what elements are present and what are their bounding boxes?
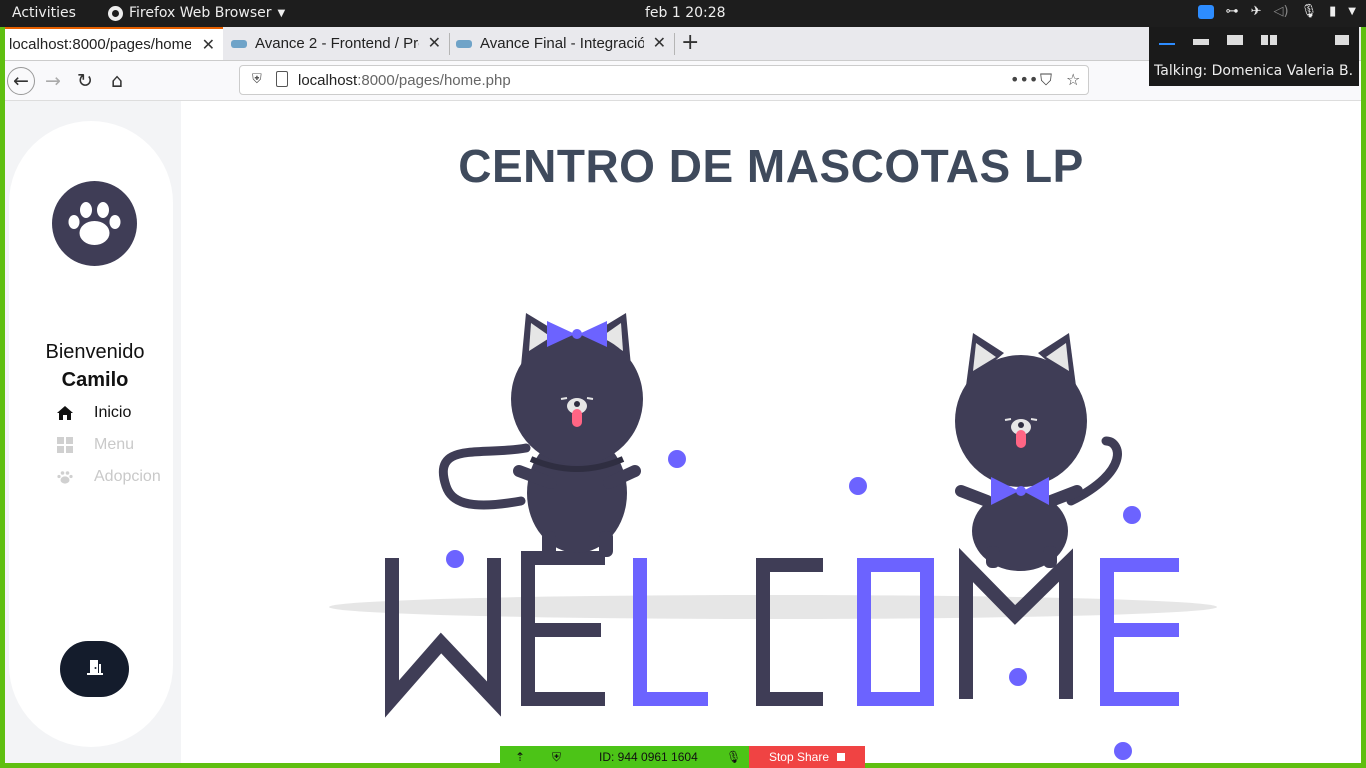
- door-exit-icon: [85, 658, 105, 680]
- paw-icon: [56, 468, 74, 486]
- battery-icon[interactable]: ▮: [1329, 4, 1336, 19]
- caret-down-icon: ▼: [277, 7, 286, 19]
- sidebar-panel: Bienvenido Camilo Inicio Menu Adopcion: [9, 121, 173, 747]
- sidebar-item-adopcion[interactable]: Adopcion: [56, 468, 161, 486]
- tab-label: localhost:8000/pages/home: [9, 36, 191, 53]
- tab-divider: [449, 33, 450, 55]
- stop-share-button[interactable]: Stop Share: [749, 746, 865, 768]
- grid-icon: [56, 436, 74, 454]
- close-icon[interactable]: ✕: [653, 33, 666, 53]
- site-favicon-icon: [456, 39, 472, 48]
- share-status-panel: ⇡ ⛨ ID: 944 0961 1604 🎙: [500, 746, 749, 768]
- zoom-floating-panel[interactable]: Talking: Domenica Valeria B...: [1149, 27, 1359, 86]
- zoom-share-toolbar: ⇡ ⛨ ID: 944 0961 1604 🎙 Stop Share: [500, 746, 865, 768]
- tab-home[interactable]: localhost:8000/pages/home ✕: [5, 27, 223, 60]
- close-icon[interactable]: ✕: [428, 33, 441, 53]
- home-icon[interactable]: ⌂: [103, 67, 131, 95]
- meeting-id-label: ID: 944 0961 1604: [599, 750, 698, 764]
- sidebar-item-inicio[interactable]: Inicio: [56, 404, 131, 422]
- page-info-icon[interactable]: [276, 71, 288, 87]
- url-text[interactable]: localhost:8000/pages/home.php: [298, 72, 511, 89]
- pin-icon[interactable]: ⇡: [515, 750, 525, 764]
- security-shield-icon[interactable]: ⛨: [552, 750, 561, 765]
- welcome-cats-illustration: [181, 201, 1361, 763]
- activities-button[interactable]: Activities: [12, 5, 76, 21]
- new-tab-plus-icon[interactable]: +: [681, 30, 699, 55]
- network-icon[interactable]: ⊶: [1226, 4, 1239, 19]
- close-icon[interactable]: ✕: [202, 35, 215, 55]
- forward-arrow-icon[interactable]: →: [39, 67, 67, 95]
- url-path: :8000/pages/home.php: [357, 72, 511, 89]
- gallery-view-icon[interactable]: [1261, 35, 1277, 45]
- logout-button[interactable]: [60, 641, 129, 697]
- sidebar-item-label: Inicio: [94, 404, 132, 421]
- url-host: localhost: [298, 72, 358, 89]
- welcome-text: Bienvenido: [45, 341, 145, 363]
- page-title: CENTRO DE MASCOTAS LP: [458, 140, 1084, 192]
- active-speaker-label: Talking: Domenica Valeria B...: [1154, 63, 1354, 79]
- stop-square-icon: [837, 753, 846, 761]
- speaker-view-icon[interactable]: [1227, 35, 1243, 45]
- clock[interactable]: feb 1 20:28: [645, 5, 726, 21]
- strip-view-icon[interactable]: [1193, 39, 1209, 45]
- user-name: Camilo: [61, 369, 129, 391]
- cat-left: [438, 313, 643, 557]
- airplane-mode-icon[interactable]: ✈: [1251, 4, 1262, 19]
- site-favicon-icon: [231, 39, 247, 48]
- bookmark-star-icon[interactable]: ☆: [1066, 70, 1080, 89]
- reload-icon[interactable]: ↻: [71, 67, 99, 95]
- paw-logo-icon[interactable]: [52, 181, 137, 266]
- zoom-icon[interactable]: [1197, 4, 1214, 19]
- sidebar-item-label: Menu: [94, 436, 135, 453]
- tab-avance-2[interactable]: Avance 2 - Frontend / Pro ✕: [227, 27, 449, 60]
- minimize-view-icon[interactable]: [1159, 35, 1175, 45]
- home-icon: [56, 404, 74, 422]
- system-tray[interactable]: ⊶ ✈ ◁) 🎙 ▮ ▼: [1197, 4, 1356, 19]
- tab-label: Avance Final - Integració: [480, 35, 644, 52]
- tab-label: Avance 2 - Frontend / Pro: [255, 35, 419, 52]
- pocket-icon[interactable]: ⛉: [1040, 70, 1052, 90]
- tracking-shield-icon[interactable]: ⛨: [252, 72, 262, 87]
- zoom-view-options: [1159, 35, 1349, 45]
- mute-mic-icon[interactable]: 🎙: [726, 750, 741, 764]
- microphone-icon[interactable]: 🎙: [1301, 4, 1318, 19]
- tab-avance-final[interactable]: Avance Final - Integració ✕: [452, 27, 674, 60]
- welcome-letters: [385, 547, 1179, 718]
- address-bar[interactable]: ⛨ localhost:8000/pages/home.php ••• ⛉ ☆: [239, 65, 1089, 95]
- firefox-icon: [108, 5, 123, 21]
- expand-view-icon[interactable]: [1335, 35, 1349, 45]
- sidebar-item-label: Adopcion: [94, 468, 161, 485]
- system-top-bar: Activities Firefox Web Browser ▼ feb 1 2…: [0, 0, 1366, 27]
- app-menu[interactable]: Firefox Web Browser ▼: [108, 5, 285, 21]
- app-menu-label: Firefox Web Browser: [129, 5, 272, 21]
- stop-share-label: Stop Share: [768, 750, 830, 764]
- sidebar: Bienvenido Camilo Inicio Menu Adopcion: [5, 101, 181, 763]
- page-viewport: Bienvenido Camilo Inicio Menu Adopcion C…: [5, 101, 1361, 763]
- sidebar-item-menu[interactable]: Menu: [56, 436, 134, 454]
- tab-divider: [674, 33, 675, 55]
- page-actions-icon[interactable]: •••: [1010, 70, 1038, 89]
- cat-right: [955, 333, 1122, 571]
- volume-icon[interactable]: ◁): [1274, 4, 1289, 19]
- power-menu-icon[interactable]: ▼: [1348, 6, 1356, 17]
- back-arrow-icon[interactable]: ←: [7, 67, 35, 95]
